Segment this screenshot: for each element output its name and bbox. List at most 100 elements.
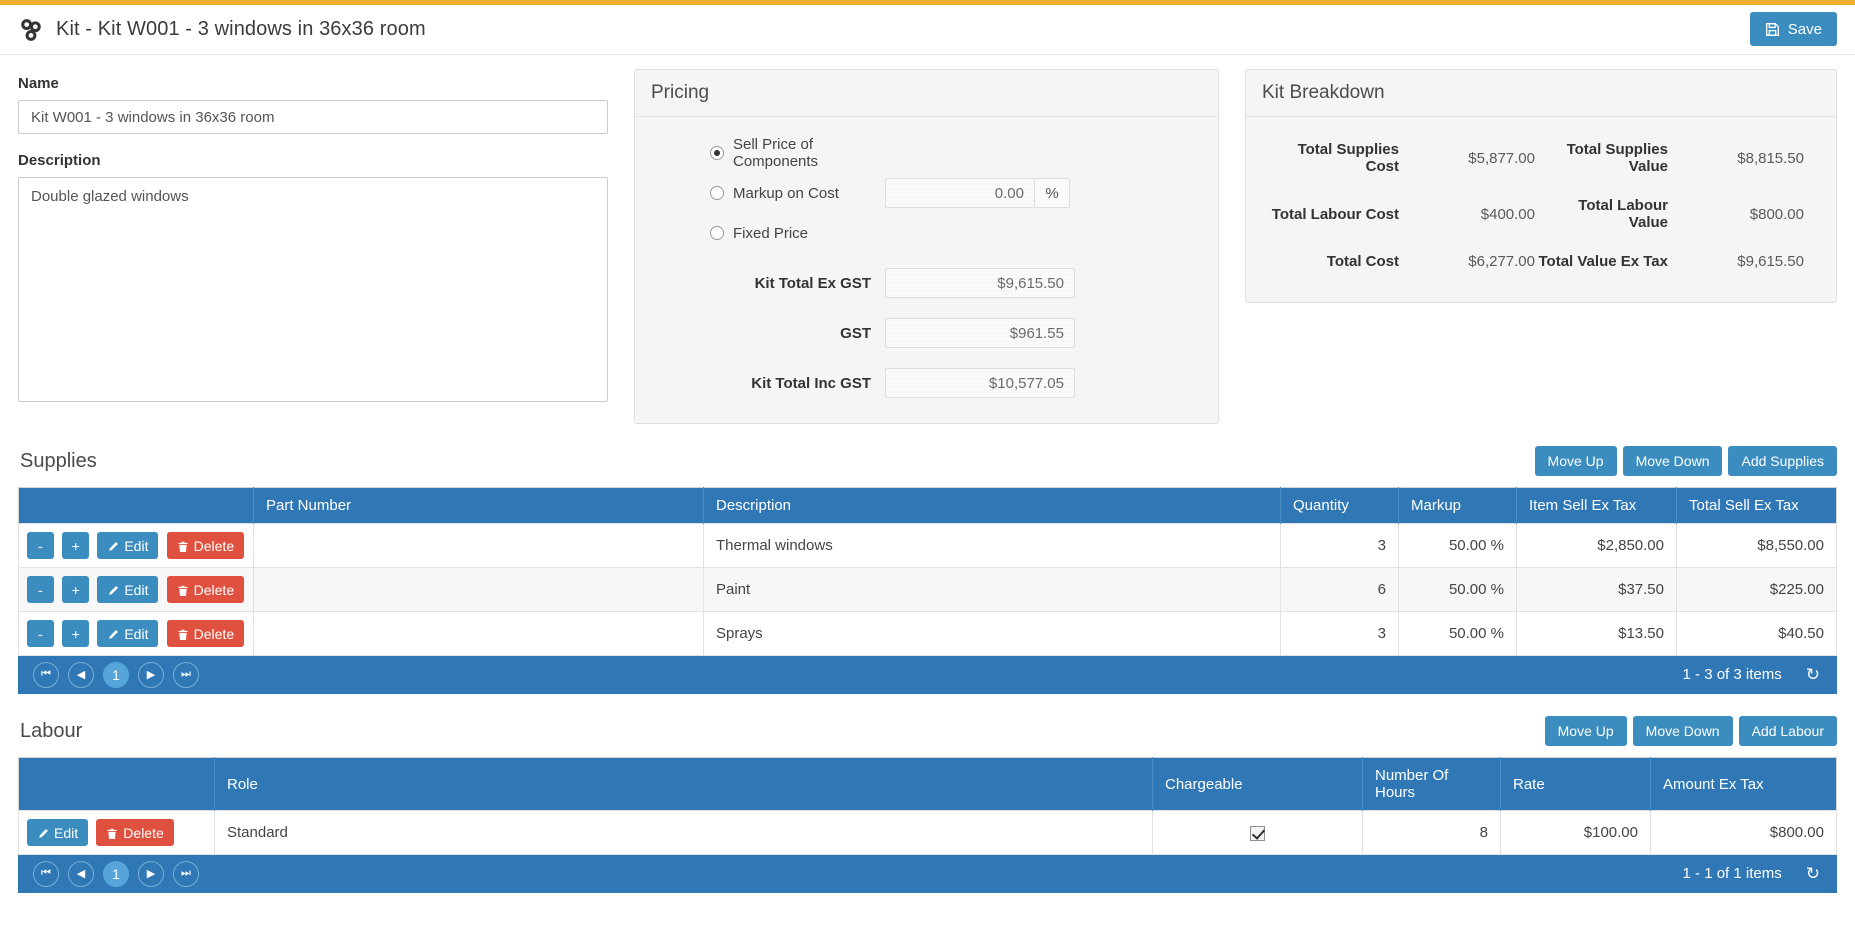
supplies-col-markup[interactable]: Markup [1398, 487, 1517, 524]
supplies-move-up-button[interactable]: Move Up [1534, 446, 1617, 476]
labour-pager: ⏮ ◀ 1 ▶ ⏭ 1 - 1 of 1 items ↻ [18, 855, 1837, 893]
radio-group-item-sell-price[interactable]: Sell Price of Components [655, 136, 885, 170]
supplies-move-down-button[interactable]: Move Down [1622, 446, 1723, 476]
add-supplies-button[interactable]: Add Supplies [1728, 446, 1837, 476]
table-row: - + Edit [18, 567, 1837, 612]
supplies-delete-button[interactable]: Delete [166, 620, 245, 647]
labour-pager-page-1[interactable]: 1 [103, 860, 129, 887]
name-label: Name [18, 75, 59, 92]
labour-pager-prev-button[interactable]: ◀ [68, 860, 94, 887]
supplies-cell-quantity: 6 [1280, 567, 1399, 612]
supplies-col-description[interactable]: Description [703, 487, 1281, 524]
supplies-pager-page-1[interactable]: 1 [103, 661, 129, 688]
labour-table: Role Chargeable Number Of Hours Rate Amo… [18, 757, 1837, 855]
labour-cell-rate: $100.00 [1500, 810, 1651, 855]
save-button[interactable]: Save [1749, 12, 1837, 46]
kit-total-ex-gst-input[interactable] [885, 268, 1075, 298]
labour-pager-next-button[interactable]: ▶ [138, 860, 164, 887]
pricing-option-row-sell-price: Sell Price of Components [655, 133, 1198, 173]
add-labour-button[interactable]: Add Labour [1738, 716, 1837, 746]
supplies-cell-item-sell: $37.50 [1516, 567, 1677, 612]
supplies-pager-last-button[interactable]: ⏭ [173, 661, 199, 688]
supplies-delete-label: Delete [193, 581, 235, 598]
supplies-cell-total-sell: $8,550.00 [1676, 523, 1837, 568]
kit-total-ex-gst-label: Kit Total Ex GST [754, 274, 871, 292]
supplies-cell-description: Thermal windows [703, 523, 1281, 568]
labour-move-up-button[interactable]: Move Up [1544, 716, 1627, 746]
kit-breakdown-panel: Kit Breakdown Total Supplies Cost $5,877… [1245, 69, 1837, 303]
radio-label-fixed-price: Fixed Price [733, 224, 809, 242]
labour-cell-amount: $800.00 [1650, 810, 1837, 855]
supplies-increment-button[interactable]: + [62, 620, 90, 647]
radio-group-item-fixed-price[interactable]: Fixed Price [655, 225, 885, 242]
labour-pager-first-button[interactable]: ⏮ [33, 860, 59, 887]
labour-refresh-icon[interactable]: ↻ [1804, 864, 1822, 884]
supplies-decrement-button[interactable]: - [27, 576, 54, 603]
labour-pager-last-button[interactable]: ⏭ [173, 860, 199, 887]
supplies-delete-button[interactable]: Delete [166, 576, 245, 603]
supplies-col-quantity[interactable]: Quantity [1280, 487, 1399, 524]
supplies-delete-button[interactable]: Delete [166, 532, 245, 559]
supplies-pager-status-group: 1 - 3 of 3 items ↻ [1683, 665, 1822, 685]
chargeable-checkbox[interactable] [1250, 825, 1265, 841]
kit-total-inc-gst-input[interactable] [885, 368, 1075, 398]
table-row: - + Edit [18, 523, 1837, 568]
radio-fixed-price[interactable] [710, 226, 724, 240]
labour-delete-button[interactable]: Delete [96, 819, 174, 846]
labour-edit-button[interactable]: Edit [27, 819, 89, 846]
radio-sell-price-of-components[interactable] [710, 146, 724, 160]
supplies-cell-part-number [253, 611, 704, 656]
labour-col-hours[interactable]: Number Of Hours [1362, 757, 1501, 811]
total-supplies-value-label: Total Supplies Value [1566, 141, 1668, 175]
supplies-edit-label: Edit [124, 625, 149, 642]
supplies-edit-button[interactable]: Edit [97, 620, 159, 647]
total-value-ex-tax-value: $9,615.50 [1737, 253, 1804, 270]
name-input[interactable] [18, 100, 608, 134]
kit-total-ex-gst-row: Kit Total Ex GST [655, 263, 1198, 303]
description-textarea[interactable]: Double glazed windows [18, 177, 608, 402]
supplies-increment-button[interactable]: + [62, 576, 90, 603]
supplies-pager-prev-button[interactable]: ◀ [68, 661, 94, 688]
supplies-refresh-icon[interactable]: ↻ [1804, 665, 1822, 685]
supplies-increment-button[interactable]: + [62, 532, 90, 559]
markup-percent-suffix: % [1035, 178, 1070, 208]
radio-markup-on-cost[interactable] [710, 186, 724, 200]
labour-col-role[interactable]: Role [214, 757, 1153, 811]
supplies-decrement-button[interactable]: - [27, 620, 54, 647]
labour-cell-chargeable [1152, 810, 1363, 855]
supplies-delete-label: Delete [193, 625, 235, 642]
pricing-panel-body: Sell Price of Components Markup on Cost … [635, 117, 1218, 423]
supplies-cell-description: Sprays [703, 611, 1281, 656]
supplies-col-part-number[interactable]: Part Number [253, 487, 704, 524]
page-title: Kit - Kit W001 - 3 windows in 36x36 room [56, 18, 426, 40]
supplies-row-actions: - + Edit Delete [18, 523, 254, 568]
radio-group-item-markup[interactable]: Markup on Cost [655, 185, 885, 202]
supplies-toolbar: Move Up Move Down Add Supplies [1534, 446, 1837, 476]
labour-row-actions: Edit Delete [18, 810, 215, 855]
save-floppy-icon [1765, 22, 1780, 37]
total-labour-cost-label: Total Labour Cost [1271, 205, 1399, 223]
labour-move-down-button[interactable]: Move Down [1632, 716, 1733, 746]
supplies-decrement-button[interactable]: - [27, 532, 54, 559]
labour-col-rate[interactable]: Rate [1500, 757, 1651, 811]
kit-breakdown-title: Kit Breakdown [1246, 70, 1836, 117]
supplies-col-total-sell[interactable]: Total Sell Ex Tax [1676, 487, 1837, 524]
supplies-edit-button[interactable]: Edit [97, 576, 159, 603]
supplies-edit-button[interactable]: Edit [97, 532, 159, 559]
labour-col-amount[interactable]: Amount Ex Tax [1650, 757, 1837, 811]
supplies-cell-quantity: 3 [1280, 523, 1399, 568]
supplies-cell-item-sell: $2,850.00 [1516, 523, 1677, 568]
save-button-label: Save [1787, 20, 1822, 38]
supplies-pager-next-button[interactable]: ▶ [138, 661, 164, 688]
supplies-col-item-sell[interactable]: Item Sell Ex Tax [1516, 487, 1677, 524]
labour-col-chargeable[interactable]: Chargeable [1152, 757, 1363, 811]
supplies-cell-quantity: 3 [1280, 611, 1399, 656]
pricing-spacer-2 [655, 303, 1198, 313]
supplies-pager-first-button[interactable]: ⏮ [33, 661, 59, 688]
trash-icon [177, 628, 189, 640]
markup-percent-input[interactable] [885, 178, 1035, 208]
pricing-panel: Pricing Sell Price of Components Markup … [634, 69, 1219, 424]
gst-input[interactable] [885, 318, 1075, 348]
total-supplies-cost-label: Total Supplies Cost [1297, 141, 1399, 175]
markup-input-group: % [885, 178, 1070, 208]
